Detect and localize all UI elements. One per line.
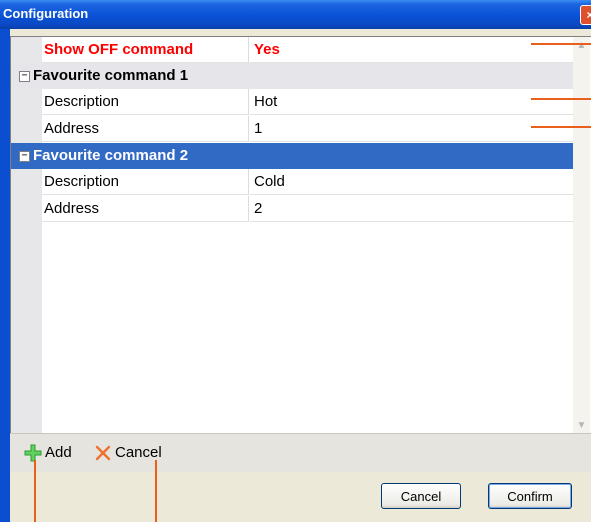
- grid-toolbar: Add Cancel: [10, 433, 591, 472]
- collapse-toggle-icon[interactable]: −: [19, 151, 30, 162]
- add-label: Add: [45, 444, 72, 461]
- property-grid: Show OFF command Yes − Favourite command…: [10, 36, 591, 434]
- property-name: Description: [42, 169, 249, 195]
- category-favourite-command-2[interactable]: − Favourite command 2: [11, 143, 573, 169]
- property-name: Address: [42, 116, 249, 142]
- confirm-button[interactable]: Confirm: [488, 483, 572, 509]
- plus-icon: [24, 444, 42, 462]
- cancel-label: Cancel: [115, 444, 162, 461]
- property-row-show-off-command[interactable]: Show OFF command Yes: [11, 37, 573, 64]
- title-bar[interactable]: Configuration ×: [0, 0, 591, 29]
- property-value[interactable]: Cold: [250, 169, 573, 195]
- property-row-address-1[interactable]: Address 1: [11, 116, 573, 143]
- collapse-toggle-icon[interactable]: −: [19, 71, 30, 82]
- property-value[interactable]: 2: [250, 196, 573, 222]
- property-name: Show OFF command: [42, 37, 249, 63]
- property-name: Description: [42, 89, 249, 115]
- callout-line-add: [34, 460, 36, 522]
- dialog-button-bar: Cancel Confirm: [10, 472, 591, 522]
- cancel-button[interactable]: Cancel: [381, 483, 461, 509]
- category-label: Favourite command 1: [33, 67, 189, 84]
- category-favourite-command-1[interactable]: − Favourite command 1: [11, 63, 573, 89]
- property-value[interactable]: Hot: [250, 89, 573, 115]
- property-name: Address: [42, 196, 249, 222]
- callout-line-cancel: [155, 460, 157, 522]
- window-title: Configuration: [3, 6, 89, 21]
- vertical-scrollbar[interactable]: ▲ ▼: [573, 37, 590, 434]
- close-button[interactable]: ×: [580, 5, 591, 25]
- add-button[interactable]: Add: [24, 443, 72, 463]
- x-icon: [95, 445, 111, 461]
- toolbar-cancel-button[interactable]: Cancel: [94, 443, 162, 463]
- property-value[interactable]: Yes: [250, 37, 573, 63]
- category-label: Favourite command 2: [33, 147, 189, 164]
- window-frame-left: [0, 29, 10, 522]
- configuration-window: Configuration × Show OFF command Yes − F…: [0, 0, 591, 522]
- scroll-down-icon[interactable]: ▼: [573, 417, 590, 434]
- scroll-up-icon[interactable]: ▲: [573, 37, 590, 54]
- property-row-description-1[interactable]: Description Hot: [11, 89, 573, 116]
- callout-line-address: [531, 126, 591, 128]
- callout-line-show-off: [531, 43, 591, 45]
- property-value[interactable]: 1: [250, 116, 573, 142]
- property-row-description-2[interactable]: Description Cold: [11, 169, 573, 196]
- callout-line-description: [531, 98, 591, 100]
- property-row-address-2[interactable]: Address 2: [11, 196, 573, 223]
